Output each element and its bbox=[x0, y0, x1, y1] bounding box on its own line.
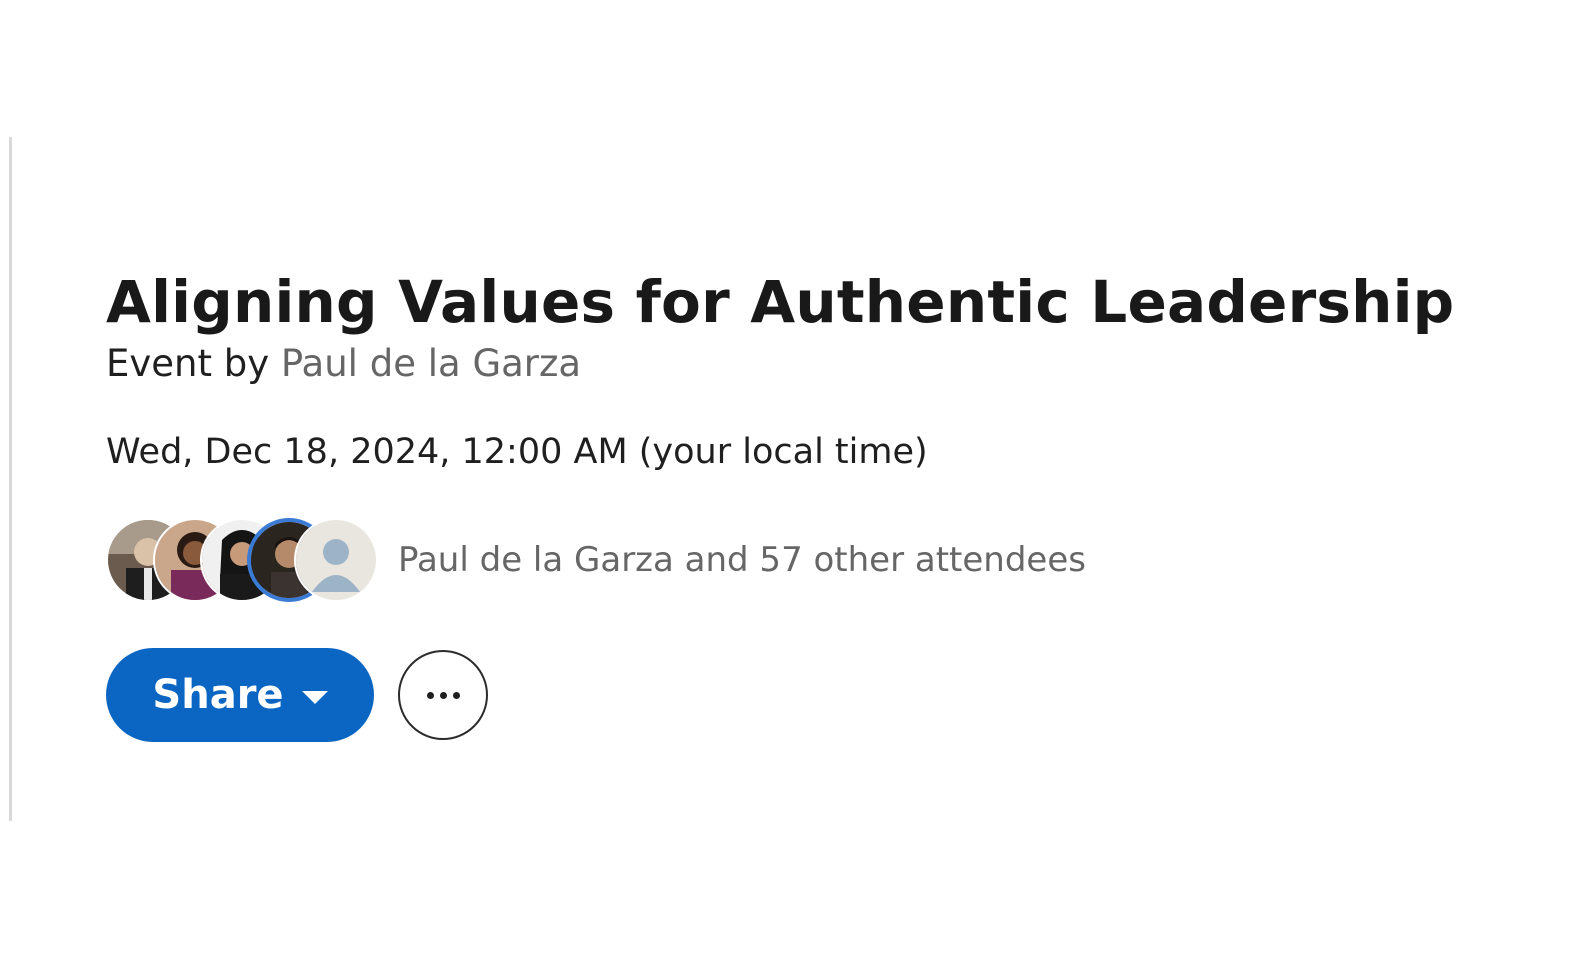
organizer-line: Event by Paul de la Garza bbox=[106, 340, 1506, 388]
event-datetime: Wed, Dec 18, 2024, 12:00 AM (your local … bbox=[106, 432, 928, 472]
organizer-prefix: Event by bbox=[106, 342, 270, 385]
share-label: Share bbox=[152, 672, 284, 718]
actions-row: Share bbox=[106, 648, 1506, 742]
share-button[interactable]: Share bbox=[106, 648, 374, 742]
attendees-summary[interactable]: Paul de la Garza and 57 other attendees bbox=[398, 540, 1086, 580]
more-options-button[interactable] bbox=[398, 650, 488, 740]
attendees-row[interactable]: Paul de la Garza and 57 other attendees bbox=[106, 518, 1506, 602]
caret-down-icon bbox=[301, 690, 328, 704]
event-card: Aligning Values for Authentic Leadership… bbox=[106, 262, 1506, 742]
event-title: Aligning Values for Authentic Leadership bbox=[106, 268, 1455, 336]
attendee-avatar-placeholder bbox=[294, 518, 378, 602]
organizer-link[interactable]: Paul de la Garza bbox=[281, 342, 581, 385]
avatar-stack[interactable] bbox=[106, 518, 378, 602]
left-divider bbox=[9, 137, 12, 821]
ellipsis-icon bbox=[426, 691, 434, 699]
